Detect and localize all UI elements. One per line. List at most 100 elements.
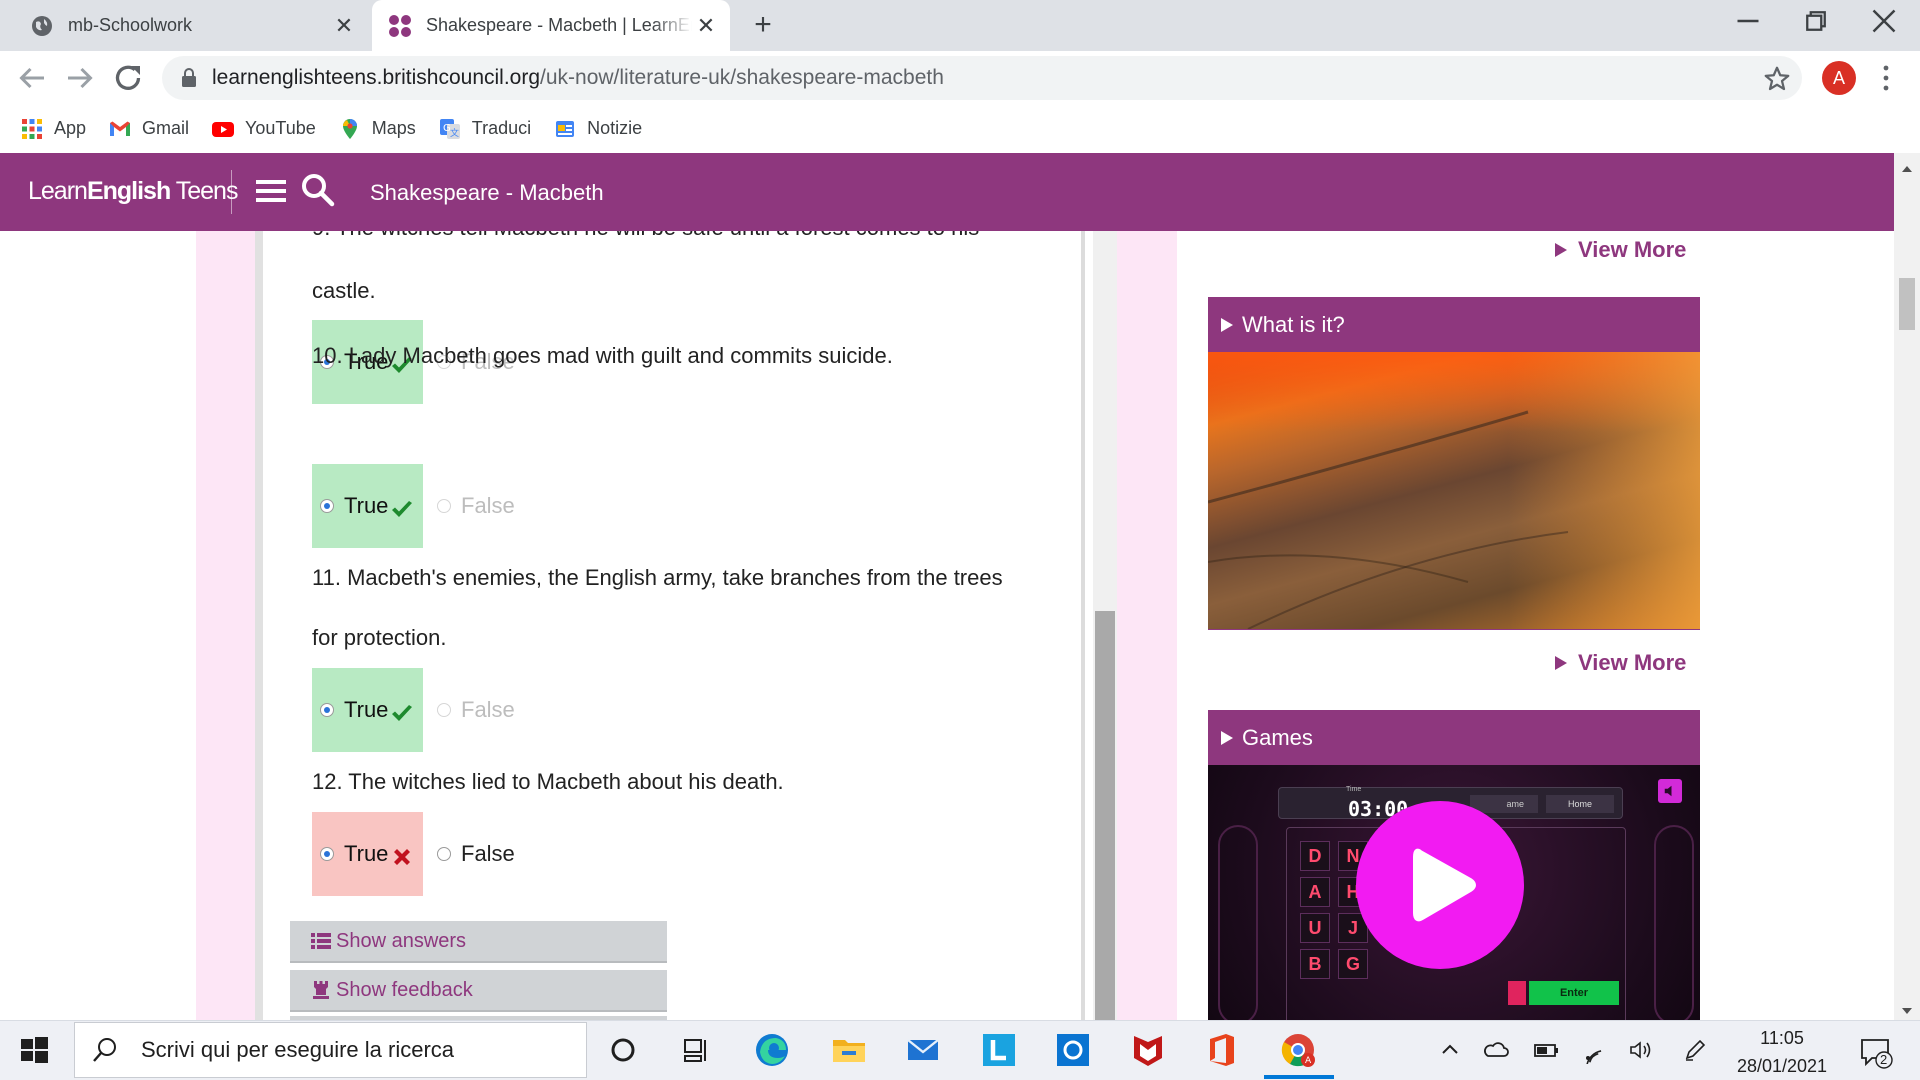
header-divider — [231, 170, 232, 214]
cortana-app-icon[interactable] — [1053, 1030, 1093, 1070]
q10-false-option[interactable]: False — [437, 464, 515, 548]
tray-overflow-chevron-icon[interactable] — [1436, 1036, 1464, 1064]
hamburger-menu-icon[interactable] — [254, 175, 288, 207]
view-more-link[interactable]: View More — [1554, 650, 1686, 676]
onedrive-icon[interactable] — [1482, 1036, 1510, 1064]
svg-text:A: A — [1305, 1056, 1312, 1066]
close-tab-icon[interactable]: ✕ — [692, 12, 720, 40]
task-view-icon[interactable] — [676, 1030, 716, 1070]
checkmark-icon — [390, 497, 414, 521]
q11-false-option[interactable]: False — [437, 668, 515, 752]
bookmark-label: Gmail — [142, 118, 190, 138]
radio-unselected[interactable] — [437, 847, 451, 861]
q11-true-option[interactable]: True — [312, 668, 423, 752]
search-icon[interactable] — [300, 172, 336, 208]
chrome-icon[interactable]: A — [1278, 1030, 1318, 1070]
tab-mb-schoolwork[interactable]: mb-Schoolwork ✕ — [0, 0, 368, 51]
quiz-scrollbar-thumb[interactable] — [1095, 611, 1115, 1020]
bookmark-youtube[interactable]: YouTube — [211, 117, 316, 141]
bookmark-star-icon[interactable] — [1762, 64, 1792, 94]
game-enter-button[interactable]: Enter — [1529, 981, 1619, 1005]
scroll-down-arrow-icon[interactable] — [1901, 1003, 1913, 1014]
bookmark-gmail[interactable]: Gmail — [108, 117, 189, 141]
clock-date: 28/01/2021 — [1736, 1056, 1828, 1076]
widget-header[interactable]: What is it? — [1208, 297, 1700, 352]
letter-tile[interactable]: A — [1300, 877, 1330, 907]
what-is-it-widget[interactable]: What is it? — [1208, 297, 1700, 630]
bookmark-maps[interactable]: Maps — [338, 117, 416, 141]
page-scrollbar-thumb[interactable] — [1899, 278, 1915, 330]
wifi-icon[interactable] — [1580, 1036, 1608, 1064]
close-window-icon[interactable] — [1852, 0, 1916, 42]
radio-selected[interactable] — [320, 499, 334, 513]
bookmark-translate[interactable]: G文 Traduci — [438, 117, 531, 141]
bookmarks-bar: App Gmail YouTube Maps G文 Traduci Notizi… — [0, 105, 1920, 152]
forward-icon[interactable] — [62, 60, 98, 96]
page-scrollbar[interactable] — [1894, 153, 1920, 1020]
tab-macbeth[interactable]: Shakespeare - Macbeth | LearnEn ✕ — [372, 0, 730, 51]
triangle-right-icon — [1554, 242, 1568, 258]
minimize-icon[interactable] — [1716, 0, 1780, 42]
false-label: False — [461, 841, 515, 866]
false-label: False — [461, 697, 515, 722]
scroll-up-arrow-icon[interactable] — [1901, 161, 1913, 172]
mail-icon[interactable] — [903, 1030, 943, 1070]
browser-menu-icon[interactable] — [1874, 60, 1898, 96]
reload-icon[interactable] — [110, 60, 146, 96]
profile-avatar[interactable]: A — [1822, 61, 1856, 95]
close-up-photo[interactable] — [1208, 352, 1700, 629]
edge-icon[interactable] — [752, 1030, 792, 1070]
lexia-app-icon[interactable] — [979, 1030, 1019, 1070]
radio-unselected[interactable] — [437, 499, 451, 513]
cortana-icon[interactable] — [603, 1030, 643, 1070]
office-icon[interactable] — [1202, 1030, 1242, 1070]
battery-icon[interactable] — [1532, 1036, 1560, 1064]
mcafee-icon[interactable] — [1128, 1030, 1168, 1070]
windows-start-icon[interactable] — [18, 1034, 50, 1066]
q12-true-option[interactable]: True — [312, 812, 423, 896]
new-tab-icon[interactable]: + — [748, 8, 778, 41]
translate-icon: G文 — [438, 117, 462, 141]
back-icon[interactable] — [14, 60, 50, 96]
radio-selected[interactable] — [320, 847, 334, 861]
bookmark-news[interactable]: Notizie — [553, 117, 642, 141]
lock-icon[interactable] — [180, 67, 198, 89]
show-feedback-button[interactable]: Show feedback — [290, 970, 667, 1012]
restore-icon[interactable] — [1784, 0, 1848, 42]
q10-true-option[interactable]: True — [312, 464, 423, 548]
games-widget[interactable]: Games Time 03:00 ame Home D N A H U J B — [1208, 710, 1700, 1020]
question-9-text-continued: castle. — [312, 278, 376, 303]
false-label: False — [461, 493, 515, 518]
letter-tile[interactable]: U — [1300, 913, 1330, 943]
list-icon — [310, 930, 332, 952]
game-clear-button[interactable] — [1508, 981, 1526, 1005]
file-explorer-icon[interactable] — [829, 1030, 869, 1070]
pen-icon[interactable] — [1681, 1036, 1709, 1064]
site-logo[interactable]: LearnEnglish Teens — [28, 177, 238, 206]
game-preview[interactable]: Time 03:00 ame Home D N A H U J B G Ente… — [1208, 765, 1700, 1020]
address-bar[interactable]: learnenglishteens.britishcouncil.org/uk-… — [162, 56, 1802, 100]
system-clock[interactable]: 11:05 28/01/2021 — [1720, 1024, 1844, 1080]
search-placeholder: Scrivi qui per eseguire la ricerca — [141, 1037, 455, 1062]
widget-header[interactable]: Games — [1208, 710, 1700, 765]
letter-tile[interactable]: B — [1300, 949, 1330, 979]
action-center-icon[interactable]: 2 — [1858, 1034, 1894, 1070]
bookmark-label: Traduci — [471, 118, 532, 138]
news-icon — [553, 117, 577, 141]
show-answers-button[interactable]: Show answers — [290, 921, 667, 963]
globe-icon — [30, 14, 54, 38]
q12-false-option[interactable]: False — [437, 812, 515, 896]
game-home-button[interactable]: Home — [1546, 795, 1614, 813]
volume-icon[interactable] — [1627, 1036, 1655, 1064]
taskbar-search-box[interactable]: Scrivi qui per eseguire la ricerca — [74, 1022, 587, 1078]
play-button[interactable] — [1356, 801, 1524, 969]
true-label: True — [344, 841, 389, 866]
radio-unselected[interactable] — [437, 703, 451, 717]
bookmark-apps[interactable]: App — [20, 117, 86, 141]
letter-tile[interactable]: D — [1300, 841, 1330, 871]
sound-icon[interactable] — [1658, 779, 1682, 803]
view-more-link[interactable]: View More — [1554, 237, 1686, 263]
radio-selected[interactable] — [320, 703, 334, 717]
close-tab-icon[interactable]: ✕ — [330, 12, 358, 40]
triangle-right-icon — [1220, 317, 1234, 333]
